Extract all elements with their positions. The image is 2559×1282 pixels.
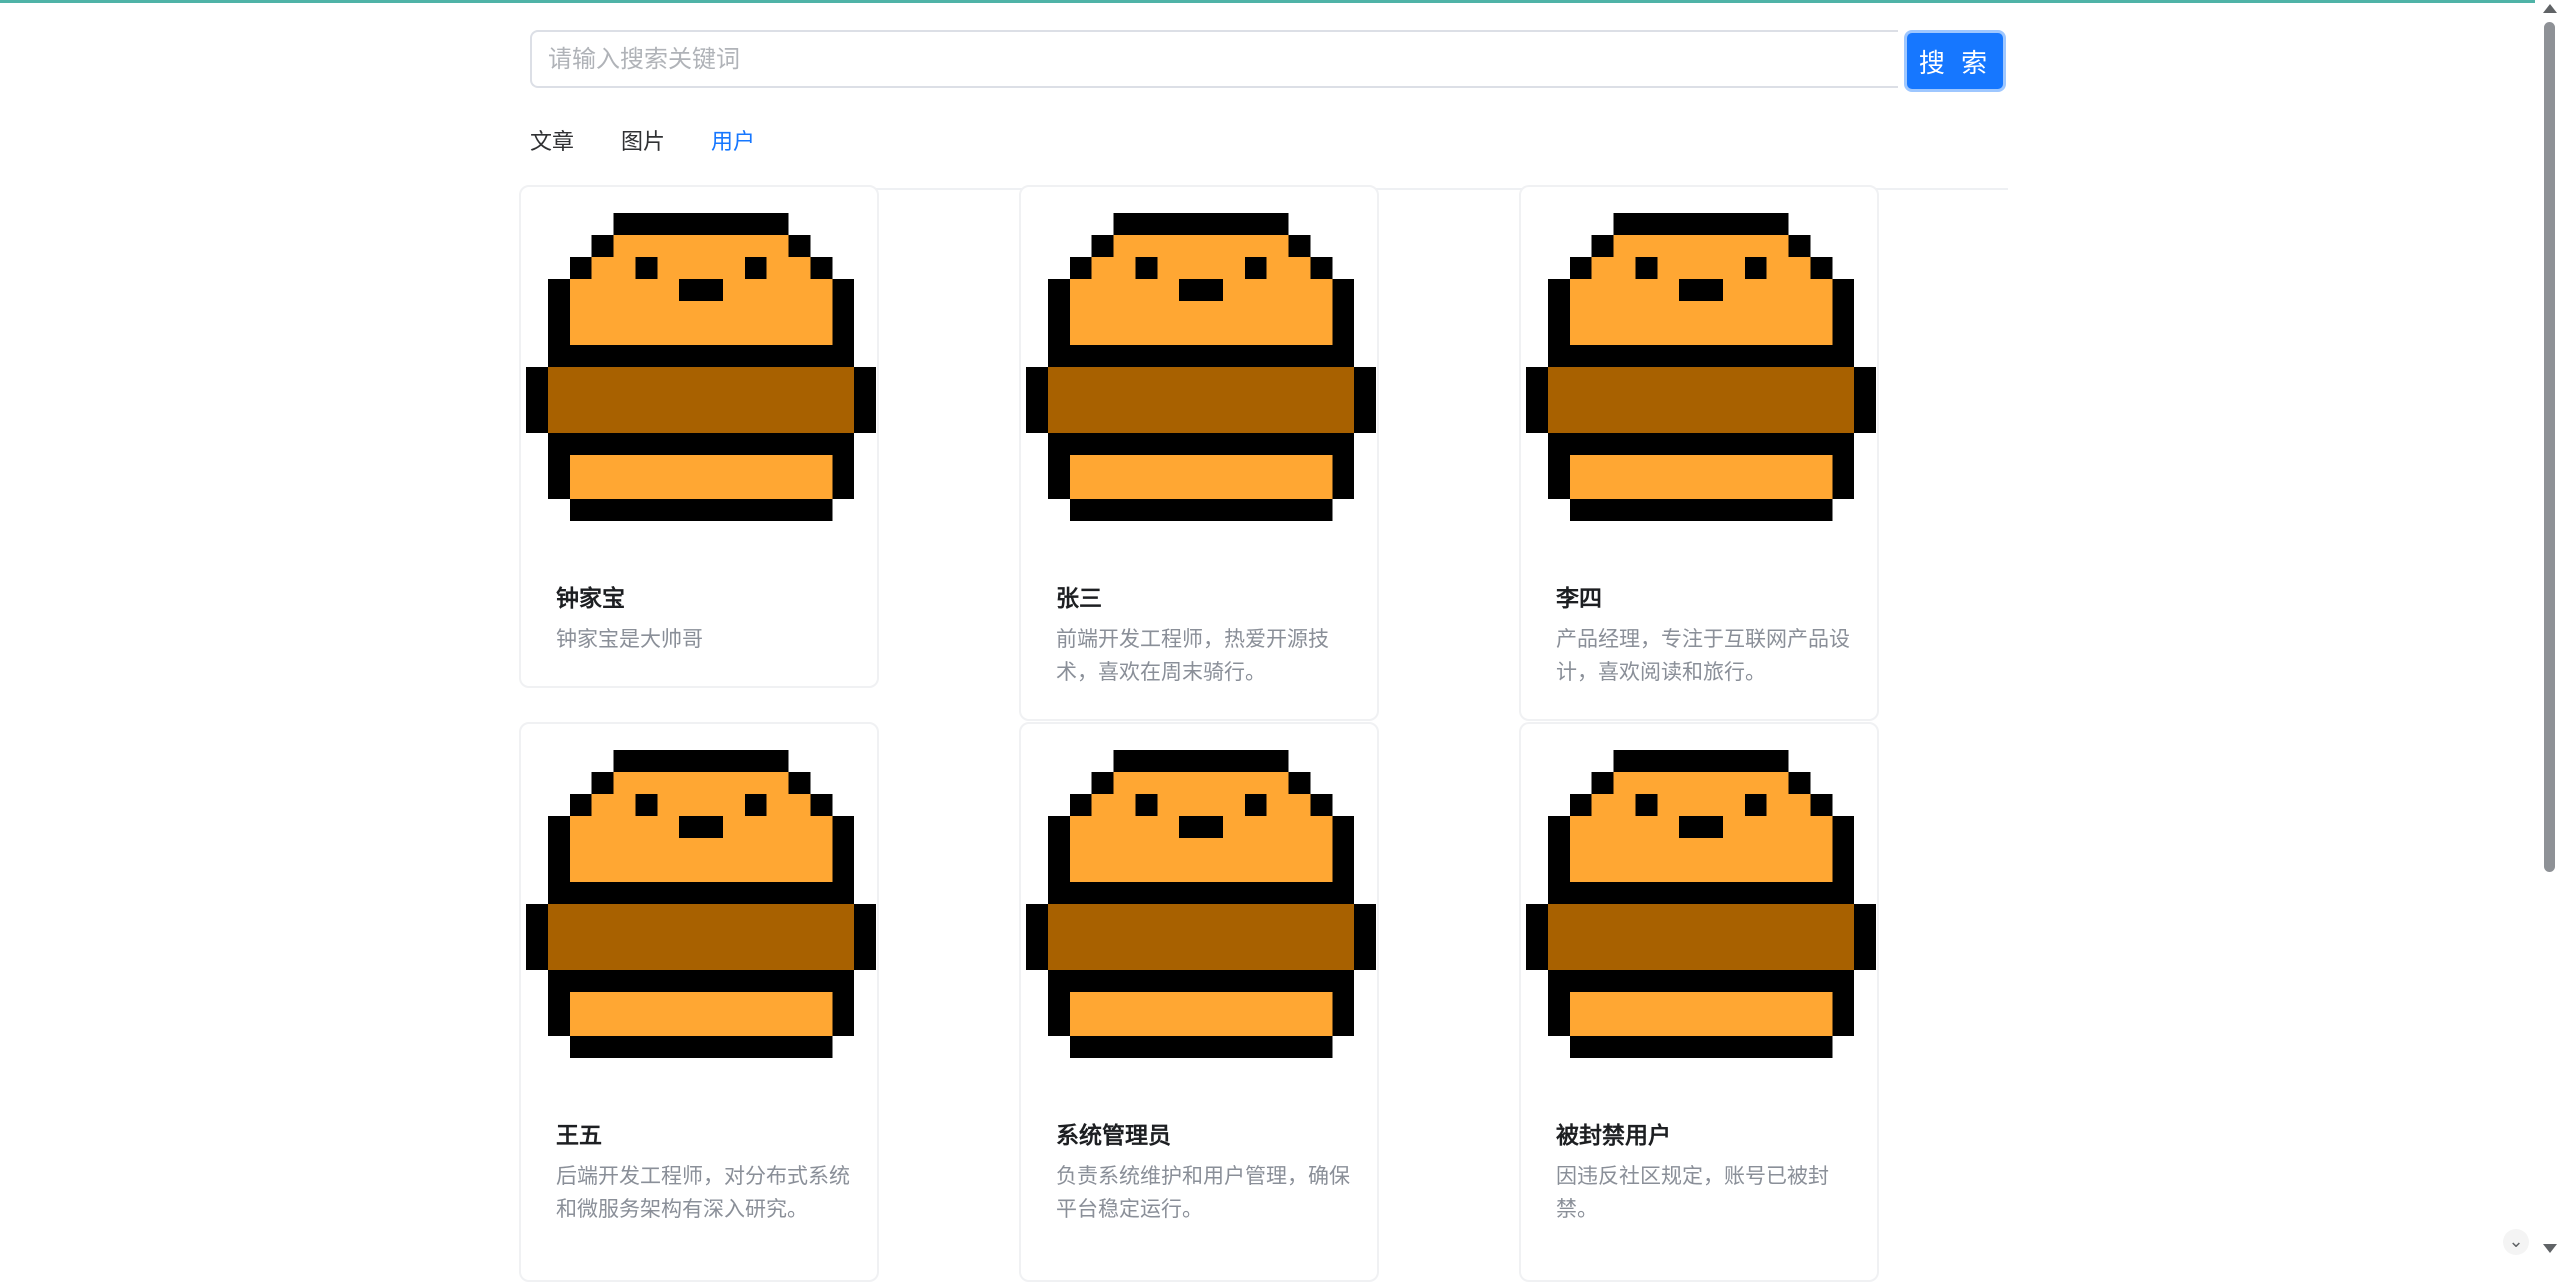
- user-card[interactable]: 李四 产品经理，专注于互联网产品设计，喜欢阅读和旅行。: [1519, 185, 1879, 721]
- avatar: [526, 750, 876, 1058]
- search-input[interactable]: [530, 30, 1898, 88]
- user-name: 王五: [556, 1123, 602, 1149]
- user-bio: 产品经理，专注于互联网产品设计，喜欢阅读和旅行。: [1556, 627, 1850, 684]
- user-bio: 因违反社区规定，账号已被封禁。: [1556, 1164, 1829, 1221]
- user-bio: 负责系统维护和用户管理，确保平台稳定运行。: [1056, 1164, 1350, 1221]
- user-card[interactable]: 王五 后端开发工程师，对分布式系统和微服务架构有深入研究。: [519, 722, 879, 1282]
- arrow-up-icon[interactable]: [2543, 4, 2557, 13]
- user-name: 张三: [1056, 586, 1102, 612]
- search-bar: 搜 索: [530, 30, 2008, 92]
- avatar: [1526, 213, 1876, 521]
- avatar: [526, 213, 876, 521]
- tab-images[interactable]: 图片: [621, 110, 665, 188]
- pixel-burger-avatar-icon: [1526, 213, 1876, 521]
- search-page: 搜 索 文章 图片 用户: [530, 30, 2008, 190]
- user-name: 钟家宝: [556, 586, 625, 612]
- tab-users[interactable]: 用户: [711, 110, 756, 188]
- tab-articles[interactable]: 文章: [530, 110, 574, 188]
- arrow-down-icon[interactable]: [2543, 1244, 2557, 1253]
- avatar: [1526, 750, 1876, 1058]
- avatar: [1026, 750, 1376, 1058]
- pixel-burger-avatar-icon: [1026, 750, 1376, 1058]
- scrollbar-thumb[interactable]: [2544, 22, 2555, 872]
- user-name: 李四: [1556, 586, 1602, 612]
- user-card[interactable]: 张三 前端开发工程师，热爱开源技术，喜欢在周末骑行。: [1019, 185, 1379, 721]
- avatar: [1026, 213, 1376, 521]
- user-name: 系统管理员: [1056, 1123, 1171, 1149]
- user-bio: 前端开发工程师，热爱开源技术，喜欢在周末骑行。: [1056, 627, 1329, 684]
- result-tabs: 文章 图片 用户: [530, 110, 2008, 190]
- user-card[interactable]: 钟家宝 钟家宝是大帅哥: [519, 185, 879, 688]
- double-chevron-down-icon[interactable]: ⌄: [2503, 1229, 2529, 1255]
- search-button[interactable]: 搜 索: [1904, 30, 2006, 92]
- user-card[interactable]: 系统管理员 负责系统维护和用户管理，确保平台稳定运行。: [1019, 722, 1379, 1282]
- user-bio: 钟家宝是大帅哥: [556, 627, 703, 651]
- user-card[interactable]: 被封禁用户 因违反社区规定，账号已被封禁。: [1519, 722, 1879, 1282]
- pixel-burger-avatar-icon: [526, 213, 876, 521]
- top-accent-line: [0, 0, 2559, 3]
- pixel-burger-avatar-icon: [1526, 750, 1876, 1058]
- pixel-burger-avatar-icon: [526, 750, 876, 1058]
- user-name: 被封禁用户: [1556, 1123, 1671, 1149]
- user-bio: 后端开发工程师，对分布式系统和微服务架构有深入研究。: [556, 1164, 850, 1221]
- pixel-burger-avatar-icon: [1026, 213, 1376, 521]
